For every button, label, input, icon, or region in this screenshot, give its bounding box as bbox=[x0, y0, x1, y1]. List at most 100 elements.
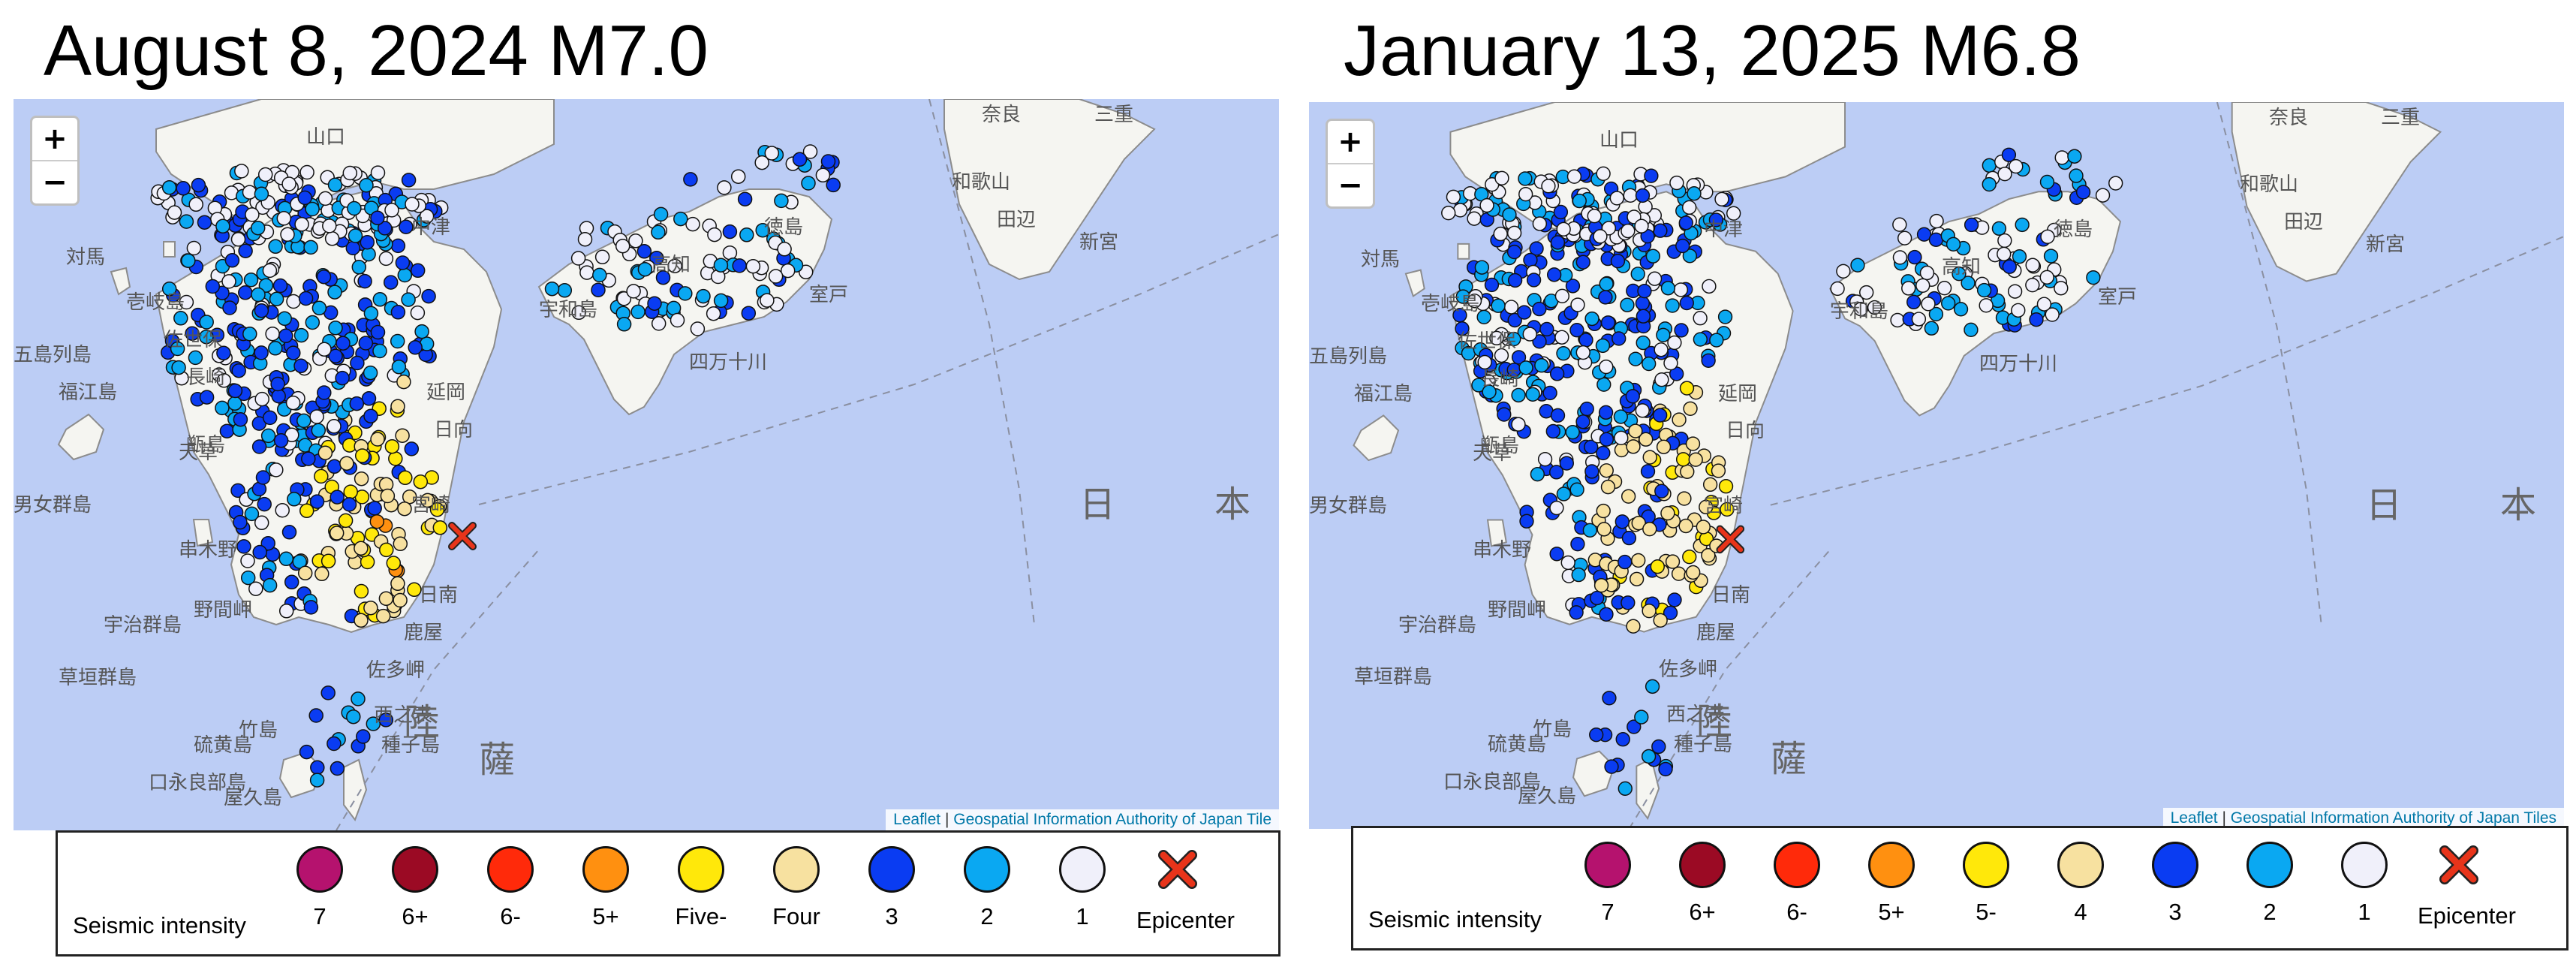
station-marker bbox=[243, 273, 259, 288]
station-marker bbox=[1599, 432, 1615, 447]
station-marker bbox=[1530, 466, 1545, 482]
station-marker bbox=[310, 760, 325, 776]
station-marker bbox=[1682, 549, 1697, 565]
station-marker bbox=[713, 293, 729, 309]
station-marker bbox=[1711, 463, 1726, 478]
seismic-map[interactable]: 対馬 壱岐島 五島列島 福江島 甑島 男女群島 宇治群島 草垣群島 硫黄島 竹島 口永良部島 屋久島西… bbox=[14, 99, 1279, 830]
station-marker bbox=[1892, 250, 1908, 265]
station-marker bbox=[360, 234, 375, 250]
station-marker bbox=[651, 316, 667, 331]
station-marker bbox=[1526, 273, 1542, 288]
station-marker bbox=[1953, 302, 1969, 317]
place-label: 野間岬 bbox=[1488, 599, 1547, 622]
place-label: 屋久島 bbox=[1518, 785, 1577, 808]
station-marker bbox=[393, 536, 408, 552]
station-marker bbox=[176, 181, 191, 196]
station-marker bbox=[741, 306, 757, 321]
station-marker bbox=[311, 300, 327, 316]
station-marker bbox=[328, 321, 343, 336]
station-marker bbox=[1545, 423, 1560, 439]
station-marker bbox=[1702, 477, 1718, 493]
legend-item: 5- bbox=[1945, 842, 2027, 926]
station-marker bbox=[1634, 709, 1649, 725]
station-marker bbox=[1940, 296, 1956, 311]
station-marker bbox=[1631, 553, 1646, 568]
seismic-map[interactable]: 対馬 壱岐島 五島列島 福江島 甑島 男女群島 宇治群島 草垣群島 硫黄島 竹島 口永良部島 屋久島西… bbox=[1309, 102, 2564, 829]
station-marker bbox=[294, 217, 309, 232]
place-label: 天草 bbox=[179, 441, 218, 464]
zoom-in-button[interactable]: + bbox=[1328, 121, 1373, 163]
legend-item: 5+ bbox=[1850, 842, 1933, 926]
station-marker bbox=[1660, 505, 1675, 521]
station-marker bbox=[615, 238, 630, 254]
station-marker bbox=[278, 328, 293, 344]
place-label: 本 bbox=[1214, 484, 1251, 526]
landmass-shape bbox=[163, 241, 176, 258]
station-marker bbox=[285, 395, 301, 411]
station-marker bbox=[577, 231, 593, 247]
station-marker bbox=[1653, 408, 1668, 423]
station-marker bbox=[1511, 417, 1526, 432]
station-marker bbox=[1663, 355, 1678, 371]
station-marker bbox=[303, 240, 318, 255]
station-marker bbox=[1518, 171, 1533, 186]
intensity-swatch bbox=[1584, 842, 1631, 888]
station-marker bbox=[343, 484, 358, 499]
station-marker bbox=[277, 311, 292, 327]
legend-item: Four bbox=[755, 846, 838, 930]
station-marker bbox=[1517, 305, 1532, 320]
place-label: 田辺 bbox=[2284, 211, 2324, 233]
station-marker bbox=[297, 565, 313, 581]
station-marker bbox=[2054, 281, 2069, 296]
zoom-control: + − bbox=[30, 116, 80, 206]
place-label: 串木野 bbox=[1473, 539, 1532, 562]
station-marker bbox=[1539, 321, 1554, 337]
station-marker bbox=[1620, 297, 1635, 312]
zoom-out-button[interactable]: − bbox=[32, 160, 77, 203]
station-marker bbox=[1612, 331, 1627, 346]
station-marker bbox=[372, 292, 388, 307]
station-marker bbox=[1647, 271, 1663, 286]
legend-item: 1 bbox=[1041, 846, 1124, 930]
station-marker bbox=[251, 439, 267, 454]
station-marker bbox=[414, 324, 429, 339]
tile-source-link[interactable]: Geospatial Information Authority of Japa… bbox=[2231, 809, 2556, 827]
zoom-out-button[interactable]: − bbox=[1328, 163, 1373, 206]
zoom-in-button[interactable]: + bbox=[32, 118, 77, 160]
station-marker bbox=[826, 177, 841, 193]
legend-label: 7 bbox=[313, 903, 327, 929]
legend-label: 5- bbox=[1976, 899, 1997, 925]
legend-item: 5+ bbox=[564, 846, 647, 930]
leaflet-link[interactable]: Leaflet bbox=[893, 811, 940, 828]
place-label: 延岡 bbox=[1718, 383, 1758, 405]
place-label: 宇和島 bbox=[539, 299, 598, 321]
place-label: 三重 bbox=[2381, 107, 2421, 129]
station-marker bbox=[301, 451, 316, 466]
station-marker bbox=[1683, 401, 1698, 416]
station-marker bbox=[1497, 407, 1512, 422]
station-marker bbox=[815, 167, 831, 183]
station-marker bbox=[1518, 186, 1533, 202]
station-marker bbox=[167, 205, 182, 220]
intensity-swatch bbox=[1774, 842, 1820, 888]
station-marker bbox=[690, 321, 706, 336]
station-marker bbox=[1550, 235, 1566, 250]
station-marker bbox=[329, 526, 345, 541]
station-marker bbox=[713, 258, 729, 273]
station-marker bbox=[252, 544, 267, 560]
station-marker bbox=[1575, 414, 1590, 429]
station-marker bbox=[280, 227, 295, 243]
tile-source-link[interactable]: Geospatial Information Authority of Japa… bbox=[953, 811, 1271, 828]
station-marker bbox=[1921, 297, 1936, 312]
legend-item: 2 bbox=[946, 846, 1028, 930]
station-marker bbox=[1906, 294, 1921, 310]
station-marker bbox=[262, 263, 278, 279]
station-marker bbox=[1674, 323, 1689, 338]
place-label: 山口 bbox=[306, 126, 346, 149]
place-label: 室戸 bbox=[809, 284, 849, 306]
station-marker bbox=[628, 233, 643, 249]
station-marker bbox=[348, 228, 363, 243]
station-marker bbox=[666, 300, 682, 316]
map-title: January 13, 2025 M6.8 bbox=[1344, 11, 2081, 91]
leaflet-link[interactable]: Leaflet bbox=[2171, 809, 2218, 827]
